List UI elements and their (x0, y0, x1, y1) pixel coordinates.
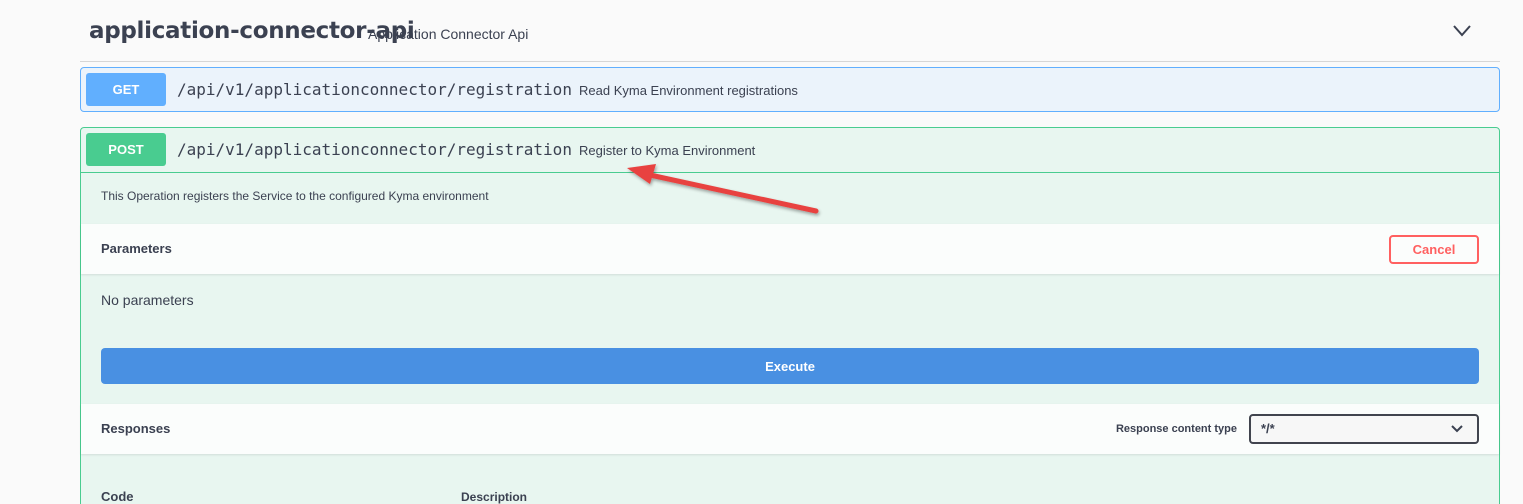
method-badge-get: GET (86, 73, 166, 106)
tag-name: application-connector-api (89, 18, 415, 44)
cancel-button[interactable]: Cancel (1389, 235, 1479, 264)
response-content-type-select[interactable]: */* (1249, 414, 1479, 444)
tag-header[interactable]: application-connector-api Application Co… (80, 0, 1500, 62)
operation-summary-text: Read Kyma Environment registrations (579, 83, 798, 98)
no-parameters-text: No parameters (101, 292, 194, 308)
chevron-down-icon[interactable] (1452, 24, 1472, 38)
response-content-type-value: */* (1261, 421, 1275, 436)
operation-summary[interactable]: POST /api/v1/applicationconnector/regist… (81, 128, 1499, 172)
divider (81, 172, 1499, 173)
table-header-code: Code (101, 489, 134, 504)
chevron-down-icon (1451, 425, 1463, 433)
method-badge-post: POST (86, 133, 166, 166)
response-content-type-label: Response content type (1115, 423, 1237, 435)
operation-summary[interactable]: GET /api/v1/applicationconnector/registr… (81, 68, 1499, 112)
operation-summary-text: Register to Kyma Environment (579, 143, 756, 158)
table-header-description: Description (461, 490, 528, 504)
execute-button[interactable]: Execute (101, 348, 1479, 384)
responses-title: Responses (101, 421, 171, 436)
operation-get-registration[interactable]: GET /api/v1/applicationconnector/registr… (80, 67, 1500, 112)
operation-path: /api/v1/applicationconnector/registratio… (177, 140, 572, 159)
parameters-title: Parameters (101, 241, 172, 256)
operation-path: /api/v1/applicationconnector/registratio… (177, 80, 572, 99)
tag-description: Application Connector Api (368, 26, 529, 42)
parameters-header: Parameters Cancel (81, 224, 1499, 274)
operation-description: This Operation registers the Service to … (101, 189, 489, 203)
responses-header: Responses Response content type */* (81, 404, 1499, 454)
operation-post-registration: POST /api/v1/applicationconnector/regist… (80, 127, 1500, 504)
